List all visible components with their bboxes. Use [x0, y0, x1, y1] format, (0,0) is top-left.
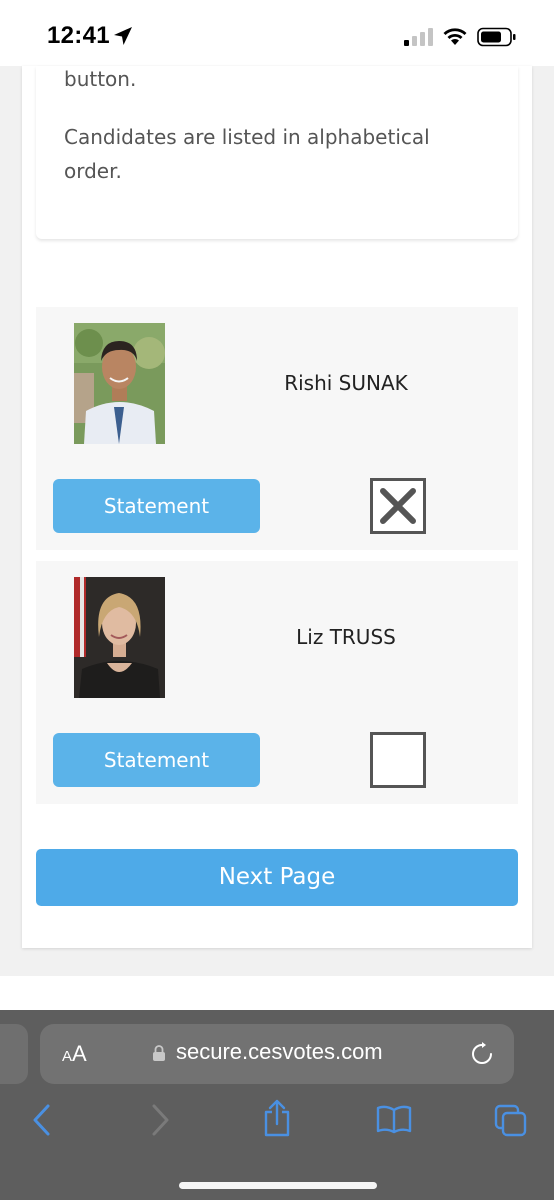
- instructions-order-note: Candidates are listed in alphabetical or…: [64, 125, 430, 183]
- wifi-icon: [443, 28, 467, 45]
- location-arrow-icon: [114, 27, 132, 45]
- chevron-right-icon[interactable]: [150, 1102, 172, 1138]
- page-content: button. Candidates are listed in alphabe…: [0, 66, 554, 976]
- statement-button[interactable]: Statement: [53, 733, 260, 787]
- status-bar: 12:41: [0, 0, 554, 66]
- candidate-photo: [74, 323, 165, 444]
- vote-checkbox[interactable]: [370, 732, 426, 788]
- home-indicator: [179, 1182, 377, 1189]
- status-time: 12:41: [47, 22, 110, 49]
- candidate-row: Rishi SUNAK Statement: [36, 307, 518, 550]
- instructions-text-fragment: button.: [64, 67, 137, 91]
- browser-toolbar: AA secure.cesvotes.com: [0, 1010, 554, 1200]
- chevron-left-icon[interactable]: [30, 1102, 52, 1138]
- candidate-name: Liz TRUSS: [296, 625, 396, 649]
- page-bottom-spacer: [0, 976, 554, 1010]
- instructions-box: button. Candidates are listed in alphabe…: [36, 66, 518, 239]
- previous-tab-edge[interactable]: [0, 1024, 28, 1084]
- candidate-name: Rishi SUNAK: [284, 371, 408, 395]
- share-icon[interactable]: [262, 1098, 292, 1138]
- reload-icon[interactable]: [470, 1042, 494, 1066]
- cellular-signal-icon: [404, 28, 433, 46]
- statement-button[interactable]: Statement: [53, 479, 260, 533]
- book-icon[interactable]: [376, 1104, 412, 1134]
- reader-text-size-button[interactable]: AA: [62, 1041, 87, 1067]
- url-text: secure.cesvotes.com: [176, 1039, 383, 1064]
- address-bar[interactable]: AA secure.cesvotes.com: [40, 1024, 514, 1084]
- next-page-button[interactable]: Next Page: [36, 849, 518, 906]
- candidate-photo: [74, 577, 165, 698]
- cross-mark-icon: [380, 488, 416, 524]
- vote-checkbox[interactable]: [370, 478, 426, 534]
- lock-icon: [153, 1045, 165, 1061]
- battery-icon: [477, 27, 516, 47]
- candidate-row: Liz TRUSS Statement: [36, 561, 518, 804]
- tabs-icon[interactable]: [494, 1104, 528, 1138]
